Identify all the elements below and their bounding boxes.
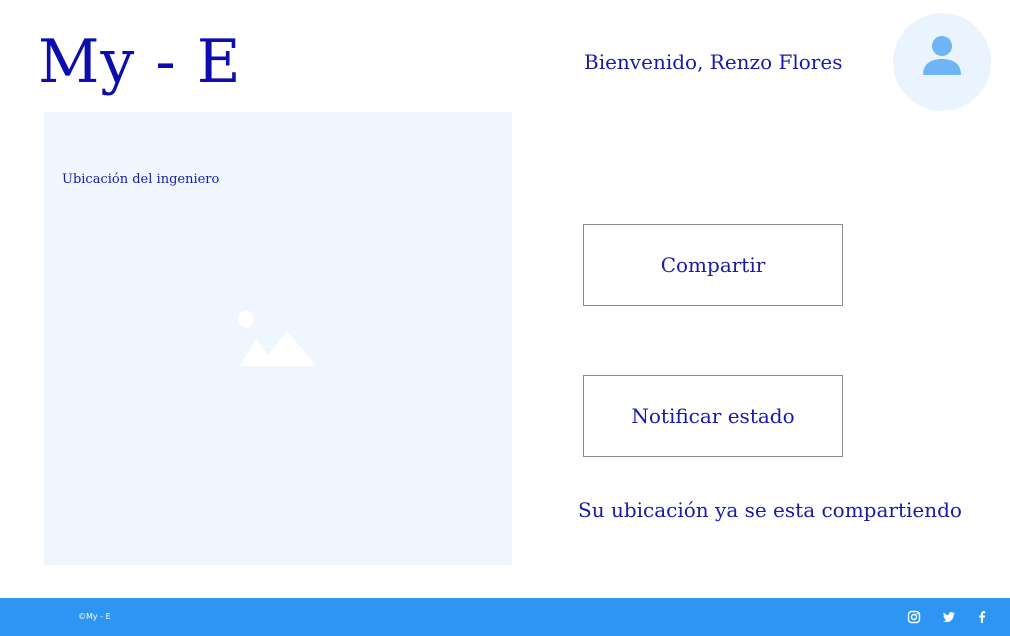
engineer-location-map: Ubicación del ingeniero <box>44 112 512 565</box>
user-icon <box>923 36 961 75</box>
footer-copyright: ©My - E <box>78 612 111 621</box>
location-sharing-status: Su ubicación ya se esta compartiendo <box>578 498 962 522</box>
share-button[interactable]: Compartir <box>583 224 843 306</box>
image-placeholder-icon <box>238 311 317 366</box>
twitter-icon[interactable] <box>942 610 956 624</box>
map-label: Ubicación del ingeniero <box>62 172 220 187</box>
footer: ©My - E <box>0 598 1010 636</box>
notify-status-button[interactable]: Notificar estado <box>583 375 843 457</box>
app-logo: My - E <box>38 27 242 97</box>
facebook-icon[interactable] <box>975 610 989 624</box>
instagram-icon[interactable] <box>907 610 921 624</box>
user-avatar[interactable] <box>893 13 991 111</box>
welcome-message: Bienvenido, Renzo Flores <box>584 50 843 74</box>
